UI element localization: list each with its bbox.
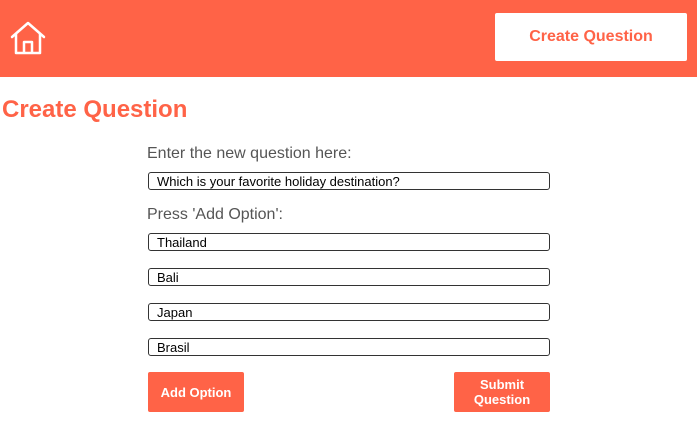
option-input-3[interactable] [148, 303, 550, 321]
options-label: Press 'Add Option': [147, 206, 283, 223]
option-input-1[interactable] [148, 233, 550, 251]
create-question-nav-button[interactable]: Create Question [495, 13, 687, 61]
option-input-2[interactable] [148, 268, 550, 286]
home-icon [10, 21, 46, 55]
submit-question-button[interactable]: Submit Question [454, 372, 550, 412]
question-label: Enter the new question here: [147, 145, 352, 162]
top-bar: Create Question [0, 0, 697, 77]
add-option-button[interactable]: Add Option [148, 372, 244, 412]
question-input[interactable] [148, 172, 550, 190]
home-link[interactable] [8, 20, 48, 56]
option-input-4[interactable] [148, 338, 550, 356]
page-title: Create Question [2, 96, 188, 123]
